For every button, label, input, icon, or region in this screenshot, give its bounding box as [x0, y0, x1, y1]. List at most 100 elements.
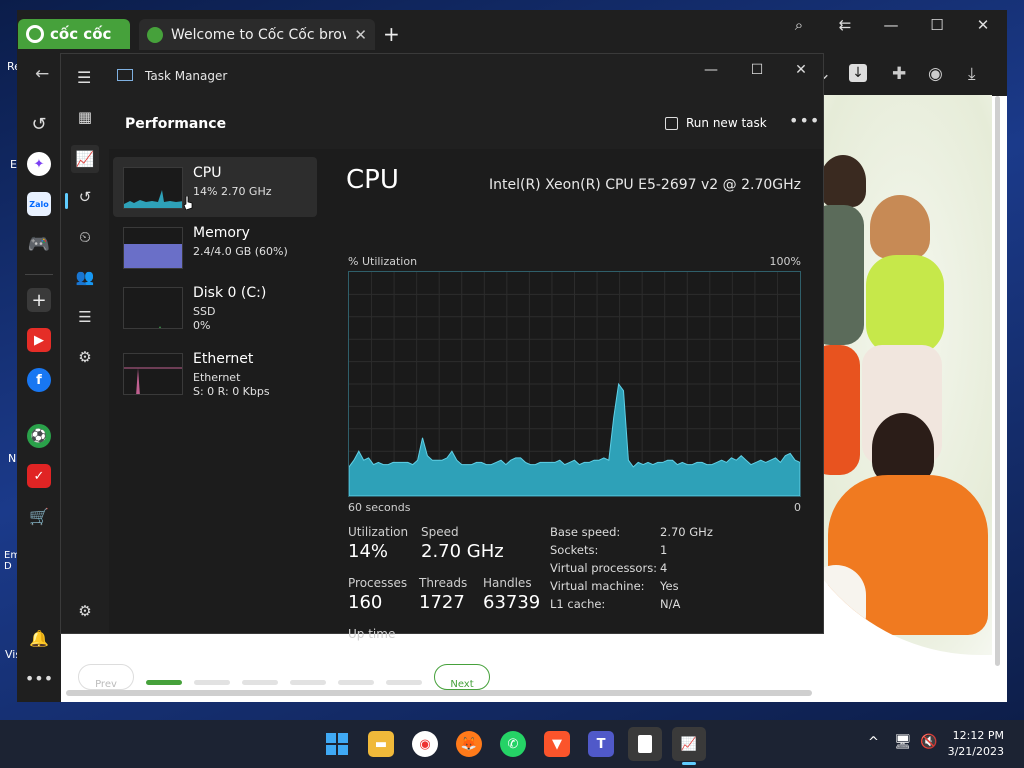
resource-name: CPU	[193, 165, 222, 181]
zalo-icon[interactable]: Zalo	[27, 192, 51, 216]
spec-key: Virtual machine:	[550, 579, 645, 593]
processes-label: Processes	[348, 576, 408, 590]
back-arrow-icon[interactable]: ⇇	[829, 16, 861, 34]
page-dot[interactable]	[242, 680, 278, 685]
download-icon[interactable]: ⤓	[968, 64, 976, 84]
prev-label: Prev	[95, 679, 117, 690]
prev-button[interactable]: Prev	[78, 664, 134, 690]
page-dot-active[interactable]	[146, 680, 182, 685]
page-dot[interactable]	[290, 680, 326, 685]
resource-detail: SSD	[193, 305, 216, 318]
gamepad-icon[interactable]: 🎮	[27, 232, 51, 256]
brave-icon[interactable]: ▼	[544, 731, 570, 757]
profile-icon[interactable]: ◉	[928, 64, 943, 84]
browser-sidebar: ↺ ✦ Zalo 🎮 + ▶ f ⚽ ✓ 🛒 🔔 •••	[17, 96, 61, 702]
memory-thumbnail-graph	[123, 227, 183, 269]
resource-item-ethernet[interactable]: Ethernet Ethernet S: 0 R: 0 Kbps	[113, 343, 317, 403]
users-icon[interactable]: 👥	[75, 267, 95, 287]
close-icon[interactable]: ✕	[789, 62, 813, 78]
page-dot[interactable]	[386, 680, 422, 685]
browser-tabbar: cốc cốc Welcome to Cốc Cốc browser ✕ + ⌕…	[17, 10, 1007, 54]
resource-item-disk[interactable]: Disk 0 (C:) SSD 0%	[113, 277, 317, 337]
details-icon[interactable]: ☰	[75, 307, 95, 327]
browser-tab[interactable]: Welcome to Cốc Cốc browser ✕	[139, 19, 375, 50]
maximize-icon[interactable]: ☐	[921, 16, 953, 34]
performance-icon[interactable]: 📈	[71, 145, 99, 173]
task-manager-nav: ▦ 📈 ↺ ⏲ 👥 ☰ ⚙ ⚙	[61, 99, 109, 633]
utilization-value: 14%	[348, 541, 389, 562]
tray-chevron-icon[interactable]: ^	[868, 735, 879, 750]
bell-icon[interactable]: 🔔	[27, 626, 51, 650]
coccoc-logo[interactable]: cốc cốc	[18, 19, 130, 49]
more-options-icon[interactable]: •••	[789, 111, 820, 130]
volume-mute-icon[interactable]: 🔇	[920, 734, 937, 750]
back-icon[interactable]: ←	[35, 64, 49, 84]
firefox-icon[interactable]: 🦊	[456, 731, 482, 757]
vertical-scrollbar[interactable]	[995, 96, 1000, 666]
y-axis-label: % Utilization	[348, 255, 418, 268]
processes-value: 160	[348, 592, 383, 613]
page-dot[interactable]	[338, 680, 374, 685]
checkmark-app-icon[interactable]: ✓	[27, 464, 51, 488]
chrome-icon[interactable]: ◉	[412, 731, 438, 757]
next-button[interactable]: Next	[434, 664, 490, 690]
spec-value: 1	[660, 543, 668, 557]
more-icon[interactable]: •••	[25, 666, 53, 690]
desktop-label: E	[10, 158, 17, 171]
new-tab-icon[interactable]: +	[383, 22, 400, 46]
hamburger-menu-icon[interactable]: ☰	[77, 68, 91, 87]
spec-key: Base speed:	[550, 525, 621, 539]
app-history-icon[interactable]: ↺	[75, 187, 95, 207]
nav-selection-indicator	[65, 193, 68, 209]
x-axis-left: 60 seconds	[348, 501, 411, 514]
cpu-detail-pane: CPU Intel(R) Xeon(R) CPU E5-2697 v2 @ 2.…	[329, 149, 823, 664]
desktop: Re E N Em D Vis cốc cốc Welcome to Cốc C…	[0, 0, 1024, 768]
notepad-icon[interactable]	[628, 727, 662, 761]
startup-apps-icon[interactable]: ⏲	[75, 227, 95, 247]
clock-time[interactable]: 12:12 PM	[944, 729, 1004, 742]
minimize-icon[interactable]: —	[699, 62, 723, 78]
facebook-icon[interactable]: f	[27, 368, 51, 392]
resource-item-cpu[interactable]: CPU 14% 2.70 GHz	[113, 157, 317, 217]
processes-icon[interactable]: ▦	[75, 107, 95, 127]
resource-detail: 2.4/4.0 GB (60%)	[193, 245, 288, 258]
person-image	[872, 413, 934, 483]
clock-date[interactable]: 3/21/2023	[944, 745, 1004, 758]
settings-icon[interactable]: ⚙	[75, 601, 95, 621]
active-app-indicator	[682, 762, 696, 765]
youtube-icon[interactable]: ▶	[27, 328, 51, 352]
file-explorer-icon[interactable]: ▬	[368, 731, 394, 757]
spec-key: L1 cache:	[550, 597, 606, 611]
football-icon[interactable]: ⚽	[27, 424, 51, 448]
windows-start-icon[interactable]	[324, 731, 350, 757]
services-icon[interactable]: ⚙	[75, 347, 95, 367]
horizontal-scrollbar[interactable]	[66, 690, 812, 696]
search-tabs-icon[interactable]: ⌕	[783, 16, 815, 34]
shopping-cart-icon[interactable]: 🛒	[27, 504, 51, 528]
close-window-icon[interactable]: ✕	[967, 16, 999, 34]
minimize-icon[interactable]: —	[875, 16, 907, 34]
task-manager-main: Performance Run new task ••• CPU 14% 2.7…	[109, 99, 823, 664]
network-icon[interactable]: 🖥	[894, 734, 912, 750]
add-icon[interactable]: +	[27, 288, 51, 312]
y-axis-max: 100%	[769, 255, 801, 268]
maximize-icon[interactable]: ☐	[745, 62, 769, 78]
tab-title: Welcome to Cốc Cốc browser	[171, 26, 346, 43]
extensions-icon[interactable]: ✚	[892, 64, 906, 84]
spec-value: N/A	[660, 597, 681, 611]
history-icon[interactable]: ↺	[27, 112, 51, 136]
cpu-thumbnail-graph	[123, 167, 183, 209]
teams-icon[interactable]: T	[588, 731, 614, 757]
page-dot[interactable]	[194, 680, 230, 685]
download-box-icon[interactable]: ↓	[849, 64, 867, 82]
speed-value: 2.70 GHz	[421, 541, 504, 562]
task-manager-taskbar-icon[interactable]: 📈	[672, 727, 706, 761]
resource-detail: S: 0 R: 0 Kbps	[193, 385, 270, 398]
close-tab-icon[interactable]: ✕	[354, 26, 367, 44]
messenger-icon[interactable]: ✦	[27, 152, 51, 176]
run-new-task-button[interactable]: Run new task	[665, 116, 767, 130]
speed-label: Speed	[421, 525, 459, 539]
resource-item-memory[interactable]: Memory 2.4/4.0 GB (60%)	[113, 217, 317, 277]
task-manager-window: ☰ Task Manager — ☐ ✕ ▦ 📈 ↺ ⏲ 👥 ☰ ⚙ ⚙ Per…	[60, 53, 824, 664]
whatsapp-icon[interactable]: ✆	[500, 731, 526, 757]
